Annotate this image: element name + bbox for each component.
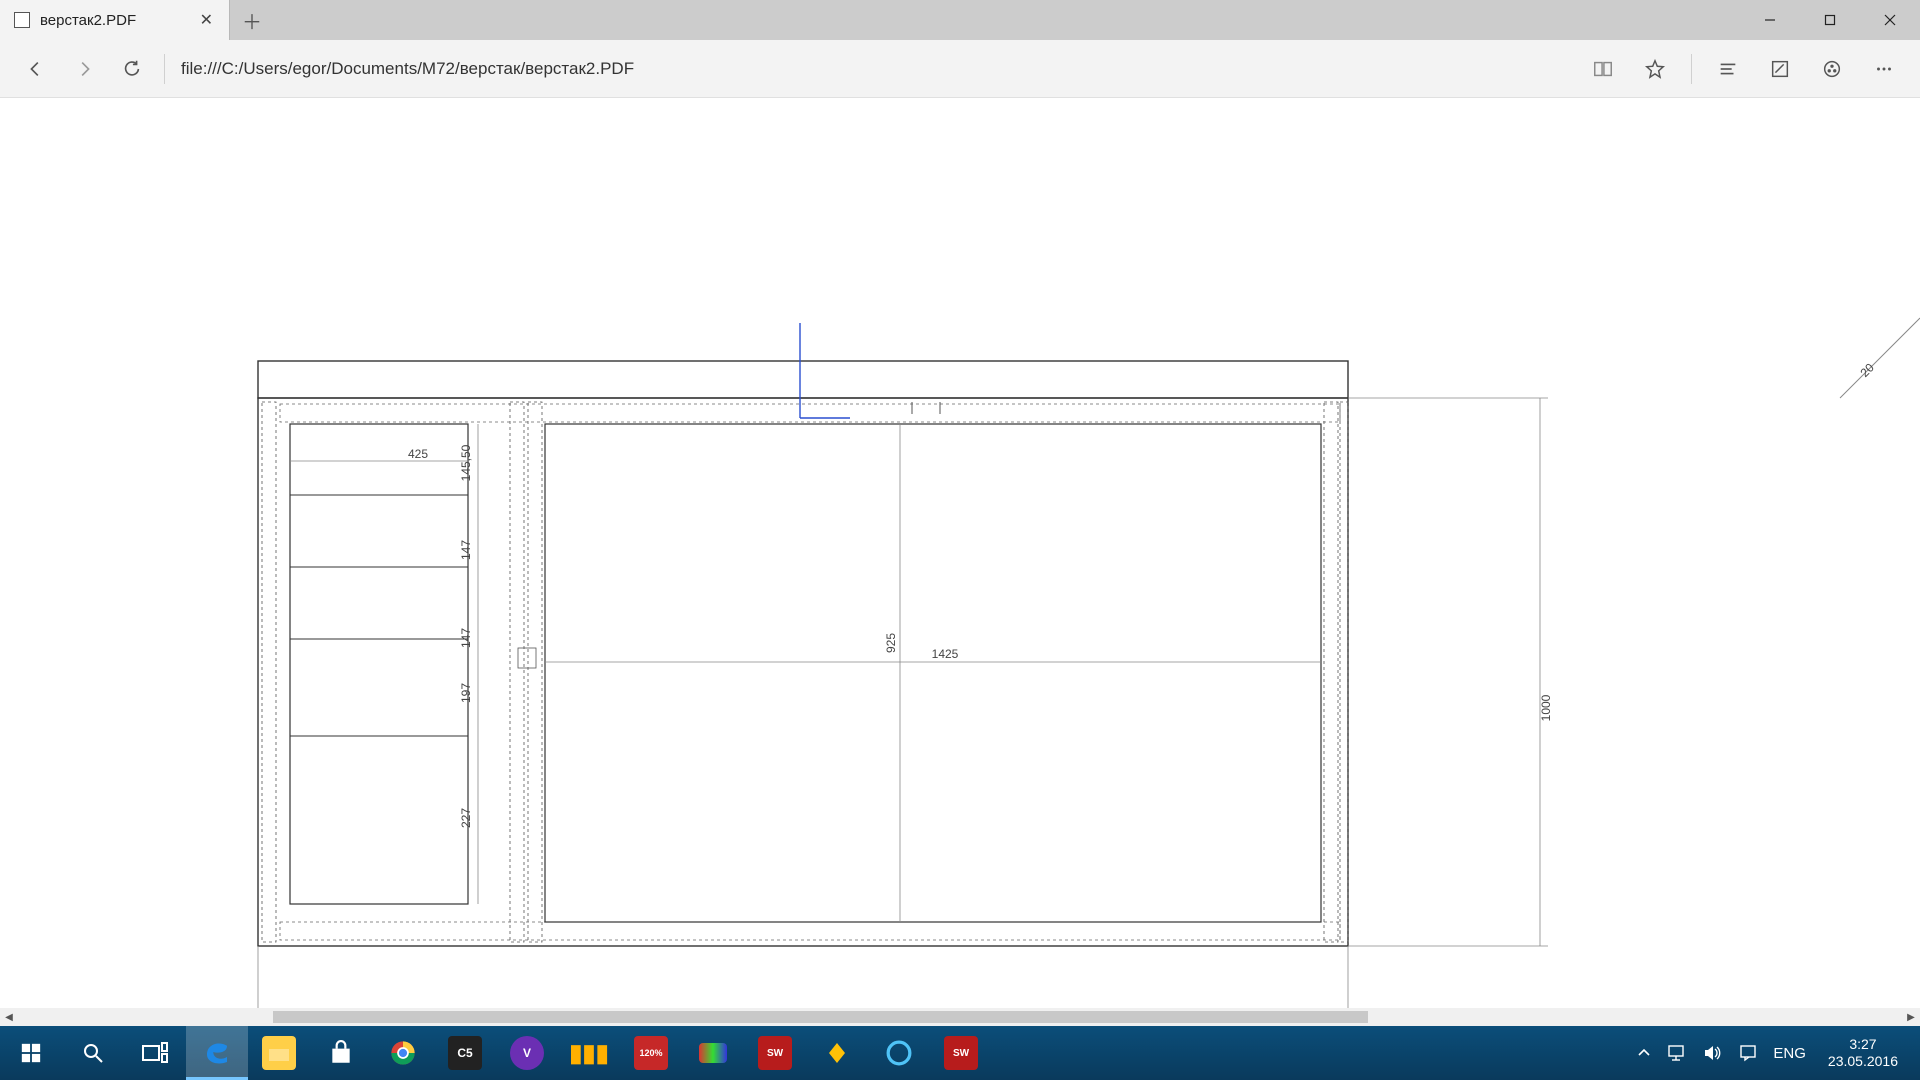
horizontal-scrollbar[interactable]: ◀ ▶ bbox=[0, 1008, 1920, 1026]
taskbar-app-generic-7[interactable] bbox=[868, 1026, 930, 1080]
dim-shelf-h5: 227 bbox=[459, 808, 473, 828]
search-icon[interactable] bbox=[62, 1026, 124, 1080]
reading-view-icon[interactable] bbox=[1579, 45, 1627, 93]
taskbar-app-generic-5[interactable] bbox=[682, 1026, 744, 1080]
dim-shelf-h2: 147 bbox=[459, 540, 473, 560]
share-icon[interactable] bbox=[1808, 45, 1856, 93]
favorite-icon[interactable] bbox=[1631, 45, 1679, 93]
scroll-left-icon[interactable]: ◀ bbox=[0, 1008, 18, 1026]
window-minimize-button[interactable] bbox=[1740, 0, 1800, 40]
dim-shelf-h4: 197 bbox=[459, 683, 473, 703]
taskbar-app-generic-4[interactable]: 120% bbox=[620, 1026, 682, 1080]
dim-main-width: 1425 bbox=[932, 647, 959, 661]
titlebar: верстак2.PDF ✕ ＋ bbox=[0, 0, 1920, 40]
dim-shelf-width: 425 bbox=[408, 447, 428, 461]
refresh-button[interactable] bbox=[108, 45, 156, 93]
window-close-button[interactable] bbox=[1860, 0, 1920, 40]
hub-icon[interactable] bbox=[1704, 45, 1752, 93]
taskbar-app-generic-2[interactable]: V bbox=[496, 1026, 558, 1080]
taskbar-app-generic-6[interactable] bbox=[806, 1026, 868, 1080]
separator bbox=[1691, 54, 1692, 84]
tab-close-icon[interactable]: ✕ bbox=[194, 8, 219, 32]
navbar: file:///C:/Users/egor/Documents/M72/верс… bbox=[0, 40, 1920, 98]
taskbar-app-chrome[interactable] bbox=[372, 1026, 434, 1080]
window-controls bbox=[1740, 0, 1920, 40]
scroll-right-icon[interactable]: ▶ bbox=[1902, 1008, 1920, 1026]
tab-title: верстак2.PDF bbox=[40, 12, 184, 29]
taskbar-app-explorer[interactable] bbox=[248, 1026, 310, 1080]
window-maximize-button[interactable] bbox=[1800, 0, 1860, 40]
more-icon[interactable] bbox=[1860, 45, 1908, 93]
document-viewport[interactable]: 20 425 145,50 147 bbox=[0, 98, 1920, 1026]
separator bbox=[164, 54, 165, 84]
tray-volume-icon[interactable] bbox=[1695, 1026, 1731, 1080]
back-button[interactable] bbox=[12, 45, 60, 93]
dim-height-overall: 1000 bbox=[1539, 694, 1553, 721]
forward-button[interactable] bbox=[60, 45, 108, 93]
browser-tab[interactable]: верстак2.PDF ✕ bbox=[0, 0, 230, 40]
scroll-thumb[interactable] bbox=[273, 1011, 1368, 1023]
tray-network-icon[interactable] bbox=[1659, 1026, 1695, 1080]
webnote-icon[interactable] bbox=[1756, 45, 1804, 93]
taskbar-app-generic-1[interactable]: C5 bbox=[434, 1026, 496, 1080]
task-view-icon[interactable] bbox=[124, 1026, 186, 1080]
taskbar-app-edge[interactable] bbox=[186, 1026, 248, 1080]
taskbar: C5 V ▮▮▮ 120% SW SW ENG 3:27 23.05.2016 bbox=[0, 1026, 1920, 1080]
tray-time: 3:27 bbox=[1849, 1036, 1876, 1053]
tray-language[interactable]: ENG bbox=[1765, 1026, 1814, 1080]
taskbar-app-store[interactable] bbox=[310, 1026, 372, 1080]
dim-shelf-h3: 147 bbox=[459, 628, 473, 648]
start-button[interactable] bbox=[0, 1026, 62, 1080]
taskbar-app-generic-3[interactable]: ▮▮▮ bbox=[558, 1026, 620, 1080]
taskbar-app-solidworks-1[interactable]: SW bbox=[744, 1026, 806, 1080]
cad-drawing: 20 425 145,50 147 bbox=[0, 98, 1920, 1008]
address-bar[interactable]: file:///C:/Users/egor/Documents/M72/верс… bbox=[173, 59, 1579, 79]
tray-date: 23.05.2016 bbox=[1828, 1053, 1898, 1070]
dim-shelf-h1: 145,50 bbox=[459, 444, 473, 481]
tray-clock[interactable]: 3:27 23.05.2016 bbox=[1814, 1036, 1912, 1070]
new-tab-button[interactable]: ＋ bbox=[230, 0, 274, 40]
scroll-track[interactable] bbox=[18, 1011, 1902, 1023]
tray-chevron-icon[interactable] bbox=[1629, 1026, 1659, 1080]
tray-notifications-icon[interactable] bbox=[1731, 1026, 1765, 1080]
page-icon bbox=[14, 12, 30, 28]
taskbar-app-solidworks-2[interactable]: SW bbox=[930, 1026, 992, 1080]
dim-main-height: 925 bbox=[884, 633, 898, 653]
